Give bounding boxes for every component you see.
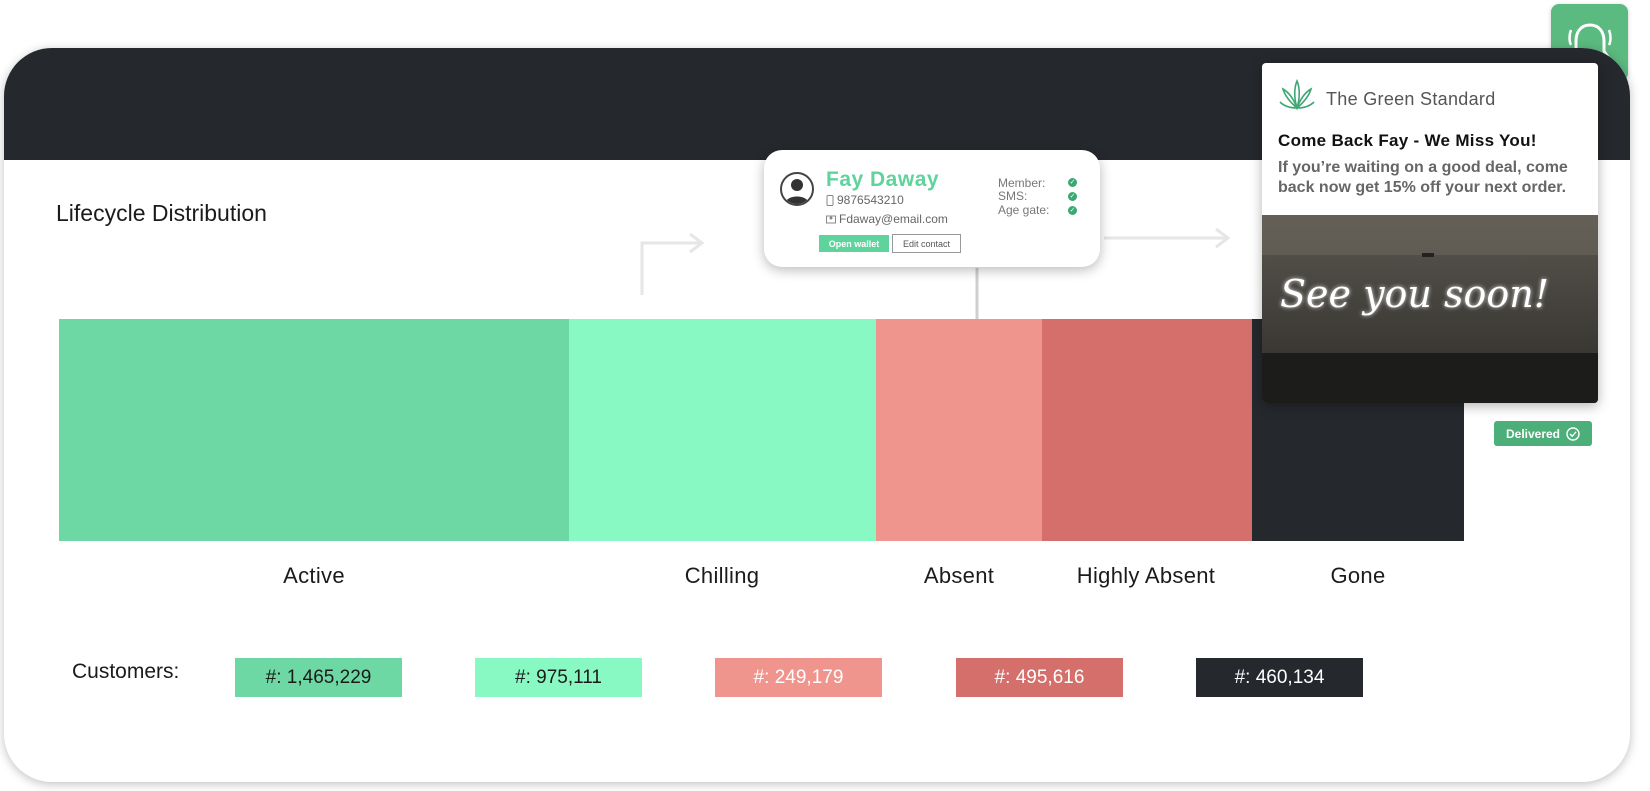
flow-arrow-right <box>1104 227 1231 249</box>
sms-check-icon: ✓ <box>1068 192 1077 201</box>
notification-image: See you soon! See you soon! <box>1262 215 1598 403</box>
count-absent: #: 249,179 <box>715 658 882 697</box>
neon-sign-text-core: See you soon! <box>1280 272 1549 316</box>
stage-label-absent: Absent <box>923 563 995 588</box>
count-gone: #: 460,134 <box>1196 658 1363 697</box>
stage-label-gone: Gone <box>1330 563 1386 588</box>
delivered-label: Delivered <box>1505 426 1561 441</box>
bar-active[interactable] <box>59 319 569 541</box>
user-avatar-icon <box>780 172 814 206</box>
bar-absent[interactable] <box>876 319 1042 541</box>
section-title: Lifecycle Distribution <box>56 200 267 226</box>
member-check-icon: ✓ <box>1068 178 1077 187</box>
age-gate-check-icon: ✓ <box>1068 206 1077 215</box>
edit-contact-button[interactable]: Edit contact <box>892 234 961 253</box>
flow-arrow-left <box>640 233 705 295</box>
notification-body: If you’re waiting on a good deal, come b… <box>1278 159 1568 196</box>
count-highly-absent: #: 495,616 <box>956 658 1123 697</box>
count-active: #: 1,465,229 <box>235 658 402 697</box>
check-circle-icon <box>1566 426 1580 441</box>
count-chilling: #: 975,111 <box>475 658 642 697</box>
open-wallet-button[interactable]: Open wallet <box>819 235 889 252</box>
member-label: Member: <box>998 176 1046 190</box>
contact-phone-row: 9876543210 <box>826 193 904 207</box>
notification-title: Come Back Fay - We Miss You! <box>1278 131 1537 150</box>
stage-label-highly-absent: Highly Absent <box>1076 563 1216 588</box>
connector-line <box>975 268 979 320</box>
contact-name: Fay Daway <box>826 168 940 191</box>
age-gate-label: Age gate: <box>998 203 1050 217</box>
push-notification-card[interactable]: The Green Standard Come Back Fay - We Mi… <box>1262 63 1598 403</box>
customers-label: Customers: <box>72 660 180 683</box>
phone-icon <box>826 194 834 206</box>
brand-name: The Green Standard <box>1326 89 1496 109</box>
leaf-logo-icon <box>1279 78 1315 111</box>
contact-card[interactable]: Fay Daway 9876543210 Fdaway@email.com Op… <box>764 150 1100 267</box>
contact-icon <box>826 215 836 224</box>
delivered-badge: Delivered <box>1494 421 1592 446</box>
stage-label-active: Active <box>283 563 345 588</box>
bar-highly-absent[interactable] <box>1042 319 1252 541</box>
contact-email-row: Fdaway@email.com <box>826 212 948 226</box>
bar-chilling[interactable] <box>569 319 876 541</box>
contact-email: Fdaway@email.com <box>839 212 948 226</box>
contact-phone: 9876543210 <box>837 193 904 207</box>
stage-label-chilling: Chilling <box>684 563 760 588</box>
sms-label: SMS: <box>998 189 1028 203</box>
